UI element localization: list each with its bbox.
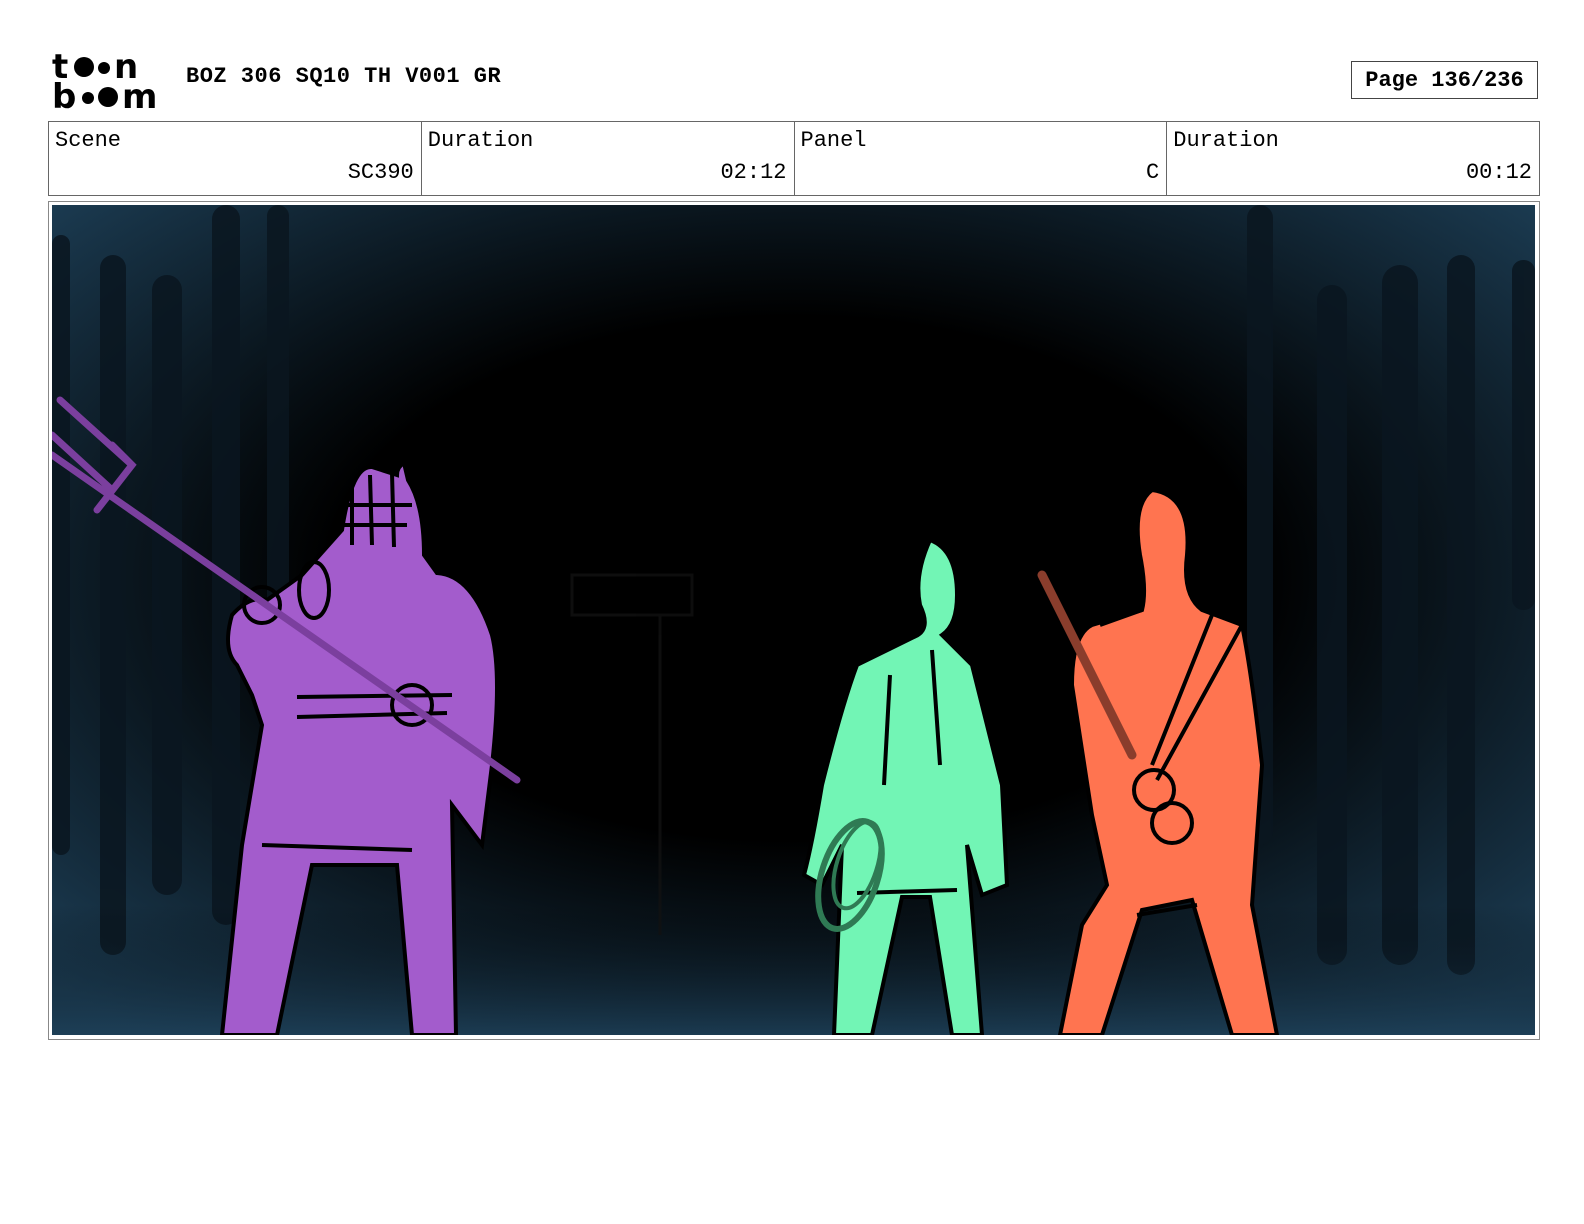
scene-label: Scene [55, 128, 122, 153]
panel-value: C [1146, 160, 1160, 185]
panel-info-table: Scene SC390 Duration 02:12 Panel C Durat… [48, 121, 1540, 196]
panel-cell: Panel C [795, 122, 1168, 195]
scene-duration-value: 02:12 [720, 160, 787, 185]
panel-duration-label: Duration [1173, 128, 1279, 153]
panel-label: Panel [800, 128, 867, 153]
panel-duration-cell: Duration 00:12 [1167, 122, 1539, 195]
toon-boom-logo: t n b m [52, 47, 164, 117]
scene-value: SC390 [347, 160, 414, 185]
scene-duration-label: Duration [427, 128, 534, 153]
storyboard-panel [48, 201, 1540, 1040]
scene-cell: Scene SC390 [49, 122, 422, 195]
project-title: BOZ 306 SQ10 TH V001 GR [186, 64, 502, 89]
svg-text:b: b [52, 77, 76, 112]
svg-text:m: m [122, 77, 157, 112]
page-number: Page 136/236 [1351, 61, 1538, 99]
scene-duration-cell: Duration 02:12 [422, 122, 795, 195]
logo-mark-icon: t n b m [52, 47, 157, 117]
panel-duration-value: 00:12 [1465, 160, 1532, 185]
panel-drawing [52, 205, 1535, 1035]
